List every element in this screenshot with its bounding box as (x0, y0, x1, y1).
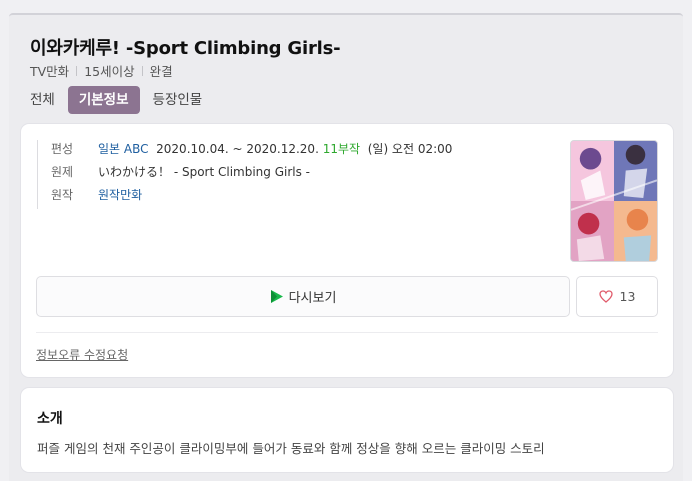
meta-rating: 15세이상 (84, 64, 135, 79)
intro-text: 퍼즐 게임의 천재 주인공이 클라이밍부에 들어가 동료와 함께 정상을 향해 … (37, 441, 545, 456)
original-title-label: 원제 (51, 165, 74, 179)
basic-info-card: 편성 일본 ABC 2020.10.04. ~ 2020.12.20. 11부작… (21, 124, 673, 377)
source-label: 원작 (51, 188, 74, 202)
replay-button[interactable]: 다시보기 (36, 276, 570, 317)
page-title: 이와카케루! -Sport Climbing Girls- (30, 38, 341, 59)
tab-all[interactable]: 전체 (30, 86, 55, 114)
source-link[interactable]: 원작만화 (98, 186, 142, 203)
meta-separator (141, 65, 143, 76)
meta-status: 완결 (149, 64, 173, 79)
report-error-link[interactable]: 정보오류 수정요청 (36, 346, 128, 363)
meta-genre: TV만화 (30, 64, 70, 79)
tab-basic-info[interactable]: 기본정보 (67, 86, 140, 114)
play-icon (270, 290, 283, 303)
broadcast-label: 편성 (51, 142, 74, 156)
meta-separator (76, 65, 78, 76)
original-title: いわかける！ - Sport Climbing Girls - (98, 165, 311, 179)
title-meta: TV만화 15세이상 완결 (30, 61, 173, 80)
info-row-original-title: 원제 いわかける！ - Sport Climbing Girls - (51, 163, 452, 186)
poster-image[interactable] (570, 140, 658, 262)
like-count: 13 (619, 289, 636, 304)
like-button[interactable]: 13 (576, 276, 658, 317)
info-row-source: 원작 원작만화 (51, 186, 452, 209)
broadcast-channel-link[interactable]: 일본 ABC (98, 142, 149, 156)
broadcast-schedule: (일) 오전 02:00 (367, 142, 453, 156)
info-list: 편성 일본 ABC 2020.10.04. ~ 2020.12.20. 11부작… (37, 140, 452, 209)
tab-characters[interactable]: 등장인물 (153, 86, 203, 114)
episode-count: 11부작 (322, 142, 361, 156)
broadcast-period: 2020.10.04. ~ 2020.12.20. (156, 142, 319, 156)
info-row-broadcast: 편성 일본 ABC 2020.10.04. ~ 2020.12.20. 11부작… (51, 140, 452, 163)
intro-title: 소개 (37, 411, 63, 427)
tab-bar: 전체 기본정보 등장인물 (30, 86, 215, 114)
intro-card: 소개 퍼즐 게임의 천재 주인공이 클라이밍부에 들어가 동료와 함께 정상을 … (21, 388, 673, 472)
divider (36, 332, 658, 333)
replay-label: 다시보기 (288, 291, 337, 306)
heart-icon (598, 290, 613, 303)
